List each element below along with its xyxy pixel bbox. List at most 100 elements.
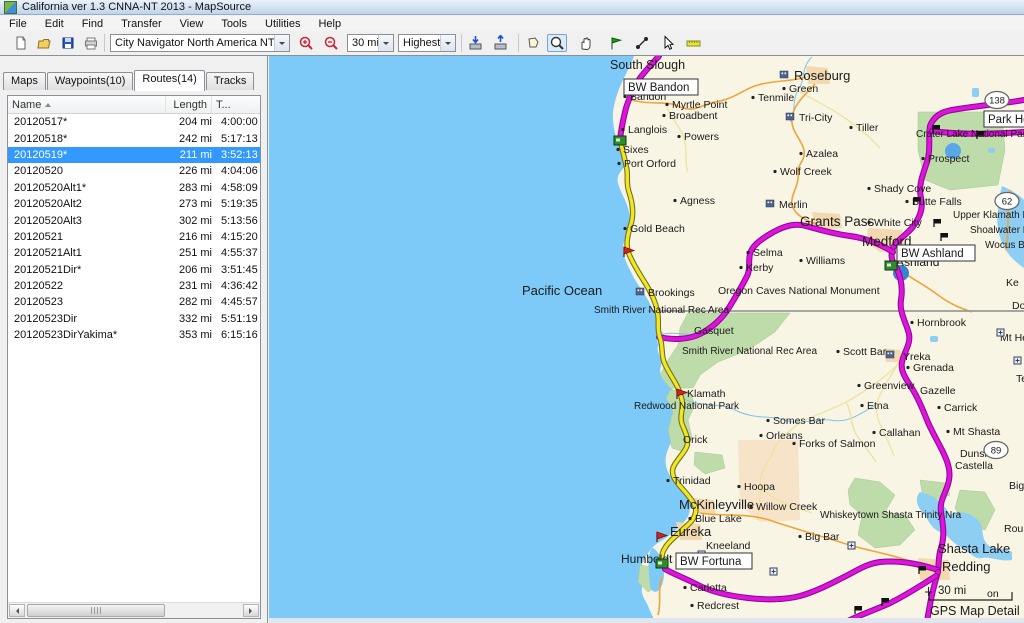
- waypoint-marker-green[interactable]: [656, 559, 668, 568]
- tab-waypoints-10[interactable]: Waypoints(10): [47, 72, 134, 90]
- town-dot: [799, 152, 802, 155]
- save-button[interactable]: [58, 34, 78, 52]
- map-label-selma: Selma: [753, 247, 783, 259]
- route-row-20120523diryakima[interactable]: 20120523DirYakima*353 mi6:15:16: [8, 327, 260, 343]
- map-label-crater-lake-national-park: Crater Lake National Park: [916, 129, 1024, 140]
- route-tool-button[interactable]: [632, 34, 652, 52]
- map-label-sixes: Sixes: [623, 144, 649, 156]
- town-dot: [905, 200, 908, 203]
- map-label-etna: Etna: [867, 400, 889, 412]
- map-label-klamath: Klamath: [687, 388, 726, 400]
- waypoint-marker-green[interactable]: [614, 136, 626, 145]
- map-label-azalea: Azalea: [806, 148, 838, 160]
- receive-from-device-button[interactable]: [491, 34, 511, 52]
- town-dot: [623, 227, 626, 230]
- chevron-down-icon[interactable]: [378, 35, 393, 51]
- menu-transfer[interactable]: Transfer: [112, 18, 171, 30]
- menu-tools[interactable]: Tools: [212, 18, 256, 30]
- route-row-20120520alt1[interactable]: 20120520Alt1*283 mi4:58:09: [8, 180, 260, 196]
- town-dot: [662, 114, 665, 117]
- column-header-length[interactable]: Length: [166, 96, 212, 113]
- route-row-20120520[interactable]: 20120520226 mi4:04:06: [8, 163, 260, 179]
- route-time: 5:13:56: [212, 215, 260, 227]
- menu-find[interactable]: Find: [73, 18, 112, 30]
- zoom-in-button[interactable]: [296, 34, 316, 52]
- route-row-20120518[interactable]: 20120518*242 mi5:17:13: [8, 130, 260, 146]
- open-file-button[interactable]: [34, 34, 54, 52]
- waypoint-callout-bw-bandon[interactable]: BW Bandon: [624, 79, 698, 95]
- route-row-20120520alt2[interactable]: 20120520Alt2273 mi5:19:35: [8, 196, 260, 212]
- zoom-scale-select[interactable]: 30 mi: [347, 34, 394, 52]
- map-label-oregon-caves-national-monument: Oregon Caves National Monument: [718, 285, 880, 297]
- status-strip: [269, 618, 1024, 623]
- print-button[interactable]: [81, 34, 101, 52]
- route-name: 20120520Alt3: [8, 215, 166, 227]
- route-time: 6:15:16: [212, 329, 260, 341]
- route-length: 231 mi: [166, 280, 212, 292]
- waypoint-tool-button[interactable]: [606, 34, 626, 52]
- town-dot: [737, 485, 740, 488]
- route-length: 332 mi: [166, 313, 212, 325]
- pan-tool-button[interactable]: [575, 34, 595, 52]
- map-label-kerby: Kerby: [746, 262, 774, 274]
- map-label-hornbrook: Hornbrook: [917, 317, 967, 329]
- map-label-shasta-lake: Shasta Lake: [938, 541, 1010, 556]
- zoom-tool-button[interactable]: [547, 34, 567, 52]
- route-row-20120519[interactable]: 20120519*211 mi3:52:13: [8, 147, 260, 163]
- column-header-t[interactable]: T...: [212, 96, 260, 113]
- route-length: 282 mi: [166, 296, 212, 308]
- selection-tool-button[interactable]: [657, 34, 677, 52]
- town-dot: [799, 259, 802, 262]
- map-label-white-city: White City: [874, 217, 923, 229]
- menu-file[interactable]: File: [0, 18, 36, 30]
- scroll-left-arrow[interactable]: [9, 604, 25, 617]
- map-product-select[interactable]: City Navigator North America NT 2013.1: [110, 34, 290, 52]
- map-canvas[interactable]: 30 mi GPS Map Detail South SloughBandonR…: [269, 56, 1024, 623]
- route-row-20120521dir[interactable]: 20120521Dir*206 mi3:51:45: [8, 262, 260, 278]
- menu-edit[interactable]: Edit: [36, 18, 73, 30]
- menu-utilities[interactable]: Utilities: [256, 18, 309, 30]
- tab-routes-14[interactable]: Routes(14): [134, 70, 204, 91]
- menu-help[interactable]: Help: [309, 18, 350, 30]
- map-label-rou: Rou: [1004, 523, 1023, 535]
- distance-tool-button[interactable]: [684, 34, 704, 52]
- tab-tracks[interactable]: Tracks: [206, 72, 255, 90]
- waypoint-callout-bw-fortuna[interactable]: BW Fortuna: [676, 553, 752, 569]
- town-dot: [836, 350, 839, 353]
- map-label-hoopa: Hoopa: [744, 481, 775, 493]
- route-row-20120521alt1[interactable]: 20120521Alt1251 mi4:55:37: [8, 245, 260, 261]
- map-label-carrick: Carrick: [944, 402, 978, 414]
- waypoint-callout-park-he[interactable]: Park He: [984, 111, 1024, 127]
- detail-level-select[interactable]: Highest: [398, 34, 456, 52]
- menu-view[interactable]: View: [171, 18, 213, 30]
- new-file-button[interactable]: [11, 34, 31, 52]
- highway-number: 138: [989, 96, 1005, 107]
- horizontal-scrollbar[interactable]: [8, 602, 260, 618]
- send-to-device-button[interactable]: [466, 34, 486, 52]
- scroll-right-arrow[interactable]: [243, 604, 259, 617]
- map-label-shady-cove: Shady Cove: [874, 183, 931, 195]
- route-time: 4:45:57: [212, 296, 260, 308]
- route-row-20120517[interactable]: 20120517*204 mi4:00:00: [8, 114, 260, 130]
- map-label-orick: Orick: [683, 434, 708, 446]
- map-label-brookings: Brookings: [648, 287, 695, 299]
- route-row-20120521[interactable]: 20120521216 mi4:15:20: [8, 229, 260, 245]
- chevron-down-icon[interactable]: [274, 35, 289, 51]
- scrollbar-thumb[interactable]: [27, 604, 165, 617]
- route-row-20120520alt3[interactable]: 20120520Alt3302 mi5:13:56: [8, 212, 260, 228]
- town-dot: [792, 442, 795, 445]
- town-dot: [751, 96, 754, 99]
- zoom-out-button[interactable]: [321, 34, 341, 52]
- route-row-20120522[interactable]: 20120522231 mi4:36:42: [8, 278, 260, 294]
- route-time: 4:00:00: [212, 116, 260, 128]
- map-tool-button[interactable]: [523, 34, 543, 52]
- town-dot: [683, 586, 686, 589]
- tab-maps[interactable]: Maps: [3, 72, 46, 90]
- column-header-name[interactable]: Name: [8, 96, 166, 113]
- chevron-down-icon[interactable]: [440, 35, 455, 51]
- waypoint-callout-bw-ashland[interactable]: BW Ashland: [897, 245, 975, 261]
- title-bar[interactable]: California ver 1.3 CNNA-NT 2013 - MapSou…: [0, 0, 1024, 15]
- waypoint-marker-green[interactable]: [885, 261, 897, 270]
- route-row-20120523[interactable]: 20120523282 mi4:45:57: [8, 294, 260, 310]
- route-row-20120523dir[interactable]: 20120523Dir332 mi5:51:19: [8, 311, 260, 327]
